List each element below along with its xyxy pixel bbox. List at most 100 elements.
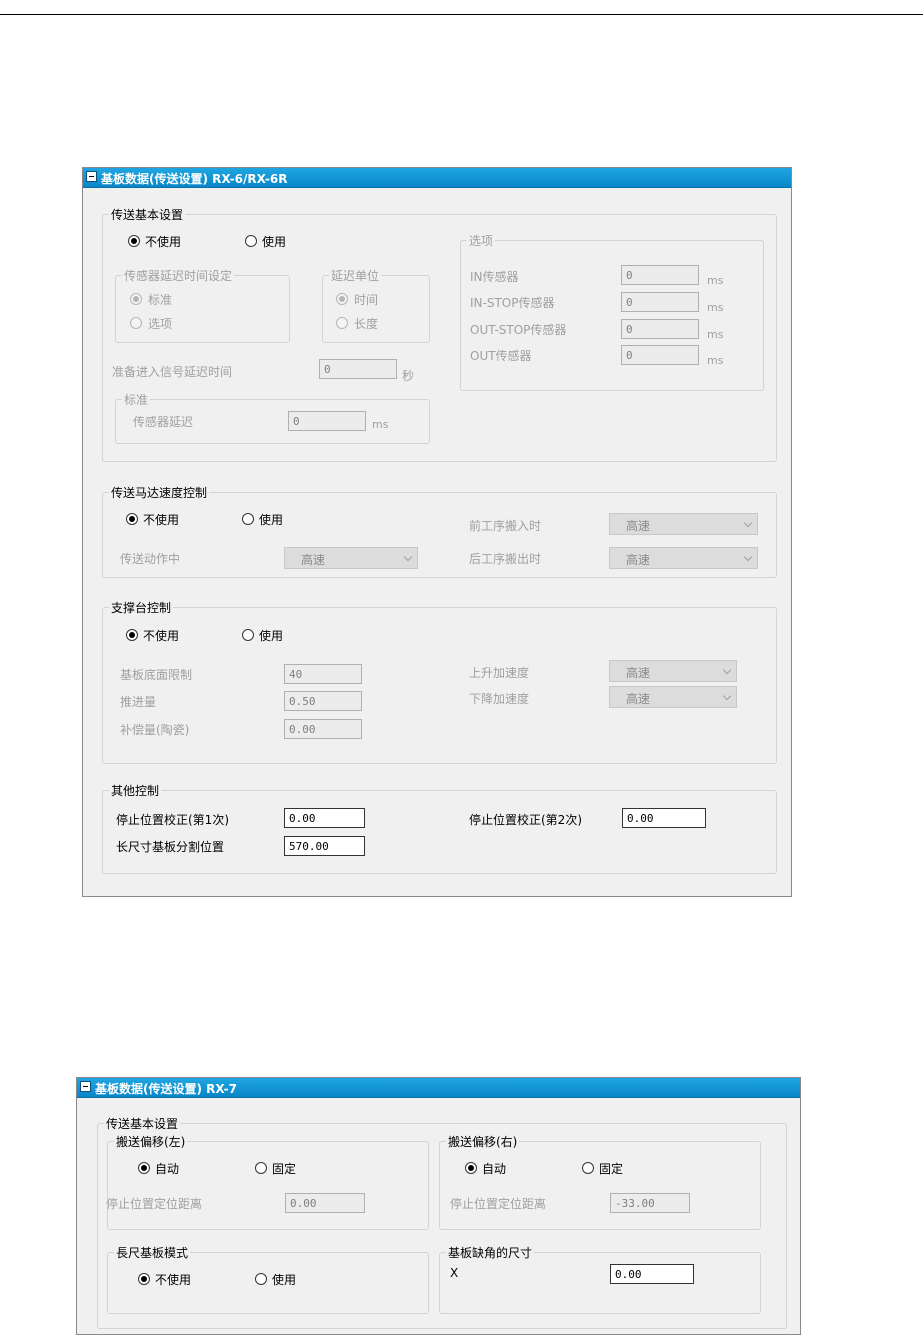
dropdown-value: 高速 [301,553,326,567]
chevron-down-icon [403,552,413,562]
panel-title-bar: 基板数据(传送设置) RX-7 [77,1078,800,1098]
chevron-down-icon [722,691,732,701]
down-accel-dropdown[interactable]: 高速 [609,686,737,708]
left-fixed-label: 固定 [272,1162,297,1176]
panel-title: 基板数据(传送设置) RX-7 [95,1082,237,1096]
sensor-delay-input[interactable]: 0 [288,411,366,431]
up-accel-label: 上升加速度 [469,666,530,680]
option-in-sensor-input[interactable]: 0 [621,265,699,285]
chevron-down-icon [722,665,732,675]
long-split-input[interactable]: 570.00 [284,836,365,856]
compensation-label: 补偿量(陶瓷) [120,723,190,737]
motor-next-label: 后工序搬出时 [469,552,542,566]
right-auto-radio[interactable] [465,1162,477,1174]
right-stop-distance-input[interactable]: -33.00 [610,1193,690,1213]
long-mode-unused-radio[interactable] [138,1273,150,1285]
ready-delay-label: 准备进入信号延迟时间 [112,365,233,379]
collapse-icon[interactable] [86,171,97,182]
dropdown-value: 高速 [626,692,651,706]
option-out-sensor-unit: ms [707,354,724,367]
group-legend: 基板缺角的尺寸 [446,1244,535,1261]
chevron-down-icon [743,552,753,562]
motor-unused-label: 不使用 [143,513,180,527]
option-out-sensor-input[interactable]: 0 [621,345,699,365]
long-mode-use-label: 使用 [272,1273,297,1287]
option-in-sensor-unit: ms [707,274,724,287]
basic-use-label: 使用 [262,235,287,249]
motor-next-dropdown[interactable]: 高速 [609,547,758,569]
stop-correction-1-label: 停止位置校正(第1次) [116,813,229,827]
sensor-delay-standard-label: 标准 [148,293,173,307]
group-legend: 传感器延迟时间设定 [122,267,235,284]
chevron-down-icon [743,518,753,528]
option-in-stop-sensor-input[interactable]: 0 [621,292,699,312]
down-accel-label: 下降加速度 [469,692,530,706]
option-out-stop-sensor-unit: ms [707,328,724,341]
motor-prev-label: 前工序搬入时 [469,519,542,533]
motor-during-dropdown[interactable]: 高速 [284,547,418,569]
group-legend: 标准 [122,391,151,408]
group-legend: 長尺基板模式 [114,1244,191,1261]
stop-correction-2-input[interactable]: 0.00 [622,808,706,828]
board-notch-size-group: 基板缺角的尺寸 X 0.00 [439,1244,761,1314]
group-legend: 选项 [467,232,496,249]
dropdown-value: 高速 [626,553,651,567]
notch-x-input[interactable]: 0.00 [610,1264,694,1284]
up-accel-dropdown[interactable]: 高速 [609,660,737,682]
motor-unused-radio[interactable] [126,513,138,525]
right-stop-distance-label: 停止位置定位距离 [450,1197,547,1211]
option-in-stop-sensor-unit: ms [707,301,724,314]
long-mode-unused-label: 不使用 [155,1273,192,1287]
sensor-delay-option-label: 选项 [148,317,173,331]
page-top-rule [0,14,923,15]
option-out-stop-sensor-input[interactable]: 0 [621,319,699,339]
motor-prev-dropdown[interactable]: 高速 [609,513,758,535]
support-unused-label: 不使用 [143,629,180,643]
motor-speed-group: 传送马达速度控制 不使用 使用 传送动作中 高速 前工序搬入时 高速 后工序搬出… [102,484,777,578]
compensation-input[interactable]: 0.00 [284,719,362,739]
long-mode-use-radio[interactable] [255,1273,267,1285]
basic-unused-radio[interactable] [128,235,140,247]
left-stop-distance-label: 停止位置定位距离 [106,1197,203,1211]
sensor-delay-option-radio[interactable] [130,317,142,329]
group-legend: 搬送偏移(右) [446,1133,520,1150]
ready-delay-input[interactable]: 0 [319,359,397,379]
collapse-icon[interactable] [80,1081,91,1092]
stop-correction-1-input[interactable]: 0.00 [284,808,365,828]
support-use-radio[interactable] [242,629,254,641]
right-fixed-radio[interactable] [582,1162,594,1174]
other-control-group: 其他控制 停止位置校正(第1次) 0.00 停止位置校正(第2次) 0.00 长… [102,782,777,874]
bottom-limit-label: 基板底面限制 [120,668,193,682]
option-in-sensor-label: IN传感器 [470,270,519,284]
delay-unit-group: 延迟单位 时间 长度 [322,267,430,343]
transport-offset-right-group: 搬送偏移(右) 自动 固定 停止位置定位距离 -33.00 [439,1133,761,1230]
options-group: 选项 IN传感器 0 ms IN-STOP传感器 0 ms OUT-STOP传感… [460,232,764,391]
group-legend: 延迟单位 [329,267,382,284]
group-legend: 传送基本设置 [104,1115,181,1132]
push-amount-input[interactable]: 0.50 [284,691,362,711]
right-auto-label: 自动 [482,1162,507,1176]
group-legend: 支撑台控制 [109,599,174,616]
support-unused-radio[interactable] [126,629,138,641]
support-table-group: 支撑台控制 不使用 使用 基板底面限制 40 推进量 0.50 补偿量(陶瓷) … [102,599,777,764]
push-amount-label: 推进量 [120,695,157,709]
basic-unused-label: 不使用 [145,235,182,249]
motor-during-label: 传送动作中 [120,552,181,566]
left-stop-distance-input[interactable]: 0.00 [285,1193,365,1213]
basic-settings-group: 传送基本设置 搬送偏移(左) 自动 固定 停止位置定位距离 0.00 搬送偏移(… [97,1115,787,1329]
panel-title-bar: 基板数据(传送设置) RX-6/RX-6R [83,168,791,188]
basic-use-radio[interactable] [245,235,257,247]
delay-unit-length-radio[interactable] [336,317,348,329]
support-use-label: 使用 [259,629,284,643]
motor-use-radio[interactable] [242,513,254,525]
left-auto-radio[interactable] [138,1162,150,1174]
left-fixed-radio[interactable] [255,1162,267,1174]
group-legend: 搬送偏移(左) [114,1133,188,1150]
delay-unit-time-radio[interactable] [336,293,348,305]
panel-title: 基板数据(传送设置) RX-6/RX-6R [101,172,288,186]
bottom-limit-input[interactable]: 40 [284,664,362,684]
group-legend: 其他控制 [109,782,162,799]
sensor-delay-standard-radio[interactable] [130,293,142,305]
basic-settings-group: 传送基本设置 不使用 使用 传感器延迟时间设定 标准 选项 延迟单位 时间 长度… [102,206,777,462]
long-board-mode-group: 長尺基板模式 不使用 使用 [107,1244,429,1314]
